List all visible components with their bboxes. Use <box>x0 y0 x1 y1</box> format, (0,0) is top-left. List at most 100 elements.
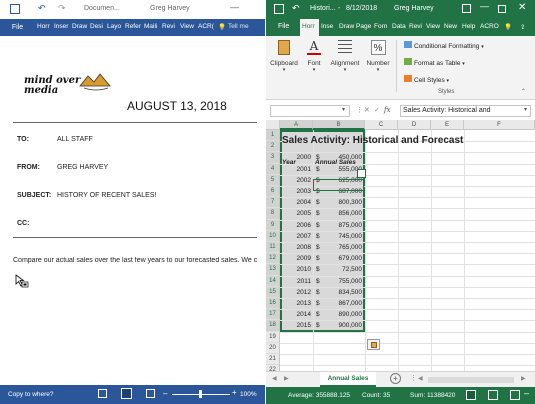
sheet-tab-annual-sales[interactable]: Annual Sales <box>320 372 376 387</box>
alignment-group[interactable]: Alignment ▾ <box>328 40 362 73</box>
row-header[interactable]: 9 <box>266 219 280 231</box>
excel-tab-formulas[interactable]: Forn <box>374 23 387 30</box>
web-layout-icon[interactable] <box>146 389 155 398</box>
column-header-d[interactable]: D <box>398 120 431 130</box>
redo-icon[interactable]: ↷ <box>58 3 66 14</box>
sales-cell[interactable]: 890,000 <box>322 310 363 320</box>
row-header[interactable]: 3 <box>266 152 280 164</box>
sales-cell[interactable]: 867,000 <box>322 299 363 309</box>
sheet-prev-icon[interactable]: ◀ <box>272 375 277 382</box>
row-header[interactable]: 12 <box>266 253 280 265</box>
excel-maximize-icon[interactable] <box>498 5 506 13</box>
zoom-out-icon[interactable]: – <box>163 389 167 398</box>
row-header[interactable]: 6 <box>266 186 280 198</box>
row-header[interactable]: 5 <box>266 174 280 186</box>
save-icon[interactable] <box>10 4 20 14</box>
year-cell[interactable]: 2015 <box>280 321 311 331</box>
year-cell[interactable]: 2014 <box>280 310 311 320</box>
scroll-left-icon[interactable]: ◀ <box>418 375 423 382</box>
print-layout-icon[interactable] <box>121 388 132 399</box>
format-as-table-button[interactable]: Format as Table ▾ <box>404 58 465 67</box>
ribbon-display-icon[interactable] <box>462 4 471 13</box>
conditional-formatting-button[interactable]: Conditional Formatting ▾ <box>404 41 484 50</box>
add-sheet-icon[interactable]: + <box>390 373 401 384</box>
row-header[interactable]: 19 <box>266 331 280 343</box>
word-tab-insert[interactable]: Inser <box>54 23 68 30</box>
word-tab-acrobat[interactable]: ACR( <box>198 23 214 30</box>
year-cell[interactable]: 2004 <box>280 198 311 208</box>
excel-tab-new[interactable]: New <box>444 23 457 30</box>
zoom-in-icon[interactable]: + <box>232 388 237 397</box>
insert-function-icon[interactable]: fx <box>384 106 391 114</box>
year-cell[interactable]: 2012 <box>280 288 311 298</box>
column-header-f[interactable]: F <box>464 120 535 130</box>
row-header[interactable]: 7 <box>266 197 280 209</box>
excel-tab-view[interactable]: View <box>426 23 440 30</box>
year-cell[interactable]: 2013 <box>280 299 311 309</box>
sales-cell[interactable]: 755,000 <box>322 277 363 287</box>
cancel-icon[interactable]: ✕ <box>364 106 370 114</box>
excel-tab-home[interactable]: Horr <box>302 23 315 30</box>
year-cell[interactable]: 2001 <box>280 165 311 175</box>
column-header-a[interactable]: A <box>280 120 313 130</box>
cell-styles-button[interactable]: Cell Styles ▾ <box>404 75 449 84</box>
sales-cell[interactable]: 555,000 <box>322 165 363 175</box>
word-tab-review[interactable]: Revi <box>162 23 175 30</box>
word-tab-layout[interactable]: Layo <box>107 23 121 30</box>
name-box[interactable] <box>270 105 350 117</box>
tell-me-input[interactable]: Tell me <box>228 23 249 30</box>
sheet-title-cell[interactable]: Sales Activity: Historical and Forecast <box>282 134 463 148</box>
excel-tab-page[interactable]: Page <box>356 23 371 30</box>
page-layout-icon[interactable] <box>488 390 498 400</box>
word-tab-references[interactable]: Refer <box>125 23 141 30</box>
lightbulb-icon[interactable]: 💡 <box>504 23 512 31</box>
sales-cell[interactable]: 450,000 <box>322 153 363 163</box>
word-file-tab[interactable]: File <box>0 19 35 36</box>
year-cell[interactable]: 2002 <box>280 176 311 186</box>
sales-cell[interactable]: 834,500 <box>322 288 363 298</box>
column-header-c[interactable]: C <box>365 120 398 130</box>
row-header[interactable]: 21 <box>266 354 280 366</box>
year-cell[interactable]: 2005 <box>280 209 311 219</box>
read-mode-icon[interactable] <box>98 389 107 398</box>
formula-input[interactable]: Sales Activity: Historical and <box>400 105 531 117</box>
sales-cell[interactable]: 745,000 <box>322 232 363 242</box>
excel-minimize-icon[interactable]: — <box>480 1 489 11</box>
year-cell[interactable]: 2000 <box>280 153 311 163</box>
year-cell[interactable]: 2006 <box>280 221 311 231</box>
sales-cell[interactable]: 900,000 <box>322 321 363 331</box>
excel-zoom-out-icon[interactable]: – <box>524 388 529 398</box>
enter-icon[interactable]: ✓ <box>374 106 380 114</box>
ribbon-collapse-icon[interactable]: ⌃ <box>521 88 526 95</box>
sheet-next-icon[interactable]: ▶ <box>284 375 289 382</box>
excel-tab-review[interactable]: Revi <box>409 23 422 30</box>
excel-close-icon[interactable]: ✕ <box>518 2 526 13</box>
word-tab-view[interactable]: View <box>180 23 194 30</box>
sales-cell[interactable]: 856,000 <box>322 209 363 219</box>
year-cell[interactable]: 2003 <box>280 187 311 197</box>
zoom-level[interactable]: 100% <box>240 391 257 398</box>
quick-analysis-icon[interactable] <box>357 169 366 178</box>
row-header[interactable]: 4 <box>266 163 280 175</box>
row-header[interactable]: 1 <box>266 130 280 142</box>
clipboard-group[interactable]: Clipboard ▾ <box>268 40 300 73</box>
excel-save-icon[interactable] <box>274 4 284 14</box>
word-tab-home[interactable]: Horr <box>37 23 50 30</box>
sales-cell[interactable]: 679,000 <box>322 254 363 264</box>
row-header[interactable]: 18 <box>266 320 280 332</box>
row-header[interactable]: 8 <box>266 208 280 220</box>
sales-cell[interactable]: 72,500 <box>322 265 362 275</box>
word-document-area[interactable]: mind over media AUGUST 13, 2018 TO: ALL … <box>0 36 265 385</box>
font-group[interactable]: A Font ▾ <box>302 40 326 73</box>
minimize-icon[interactable]: — <box>230 2 239 12</box>
excel-tab-help[interactable]: Help <box>462 23 475 30</box>
excel-file-tab[interactable]: File <box>278 23 289 30</box>
row-header[interactable]: 11 <box>266 242 280 254</box>
scroll-right-icon[interactable]: ▶ <box>521 375 526 382</box>
zoom-slider-thumb[interactable] <box>199 390 202 398</box>
excel-tab-insert[interactable]: Inse <box>321 23 333 30</box>
word-tab-design[interactable]: Desi <box>90 23 103 30</box>
word-tab-draw[interactable]: Draw <box>72 23 87 30</box>
row-header[interactable]: 14 <box>266 275 280 287</box>
sales-cell[interactable]: 800,300 <box>322 198 363 208</box>
